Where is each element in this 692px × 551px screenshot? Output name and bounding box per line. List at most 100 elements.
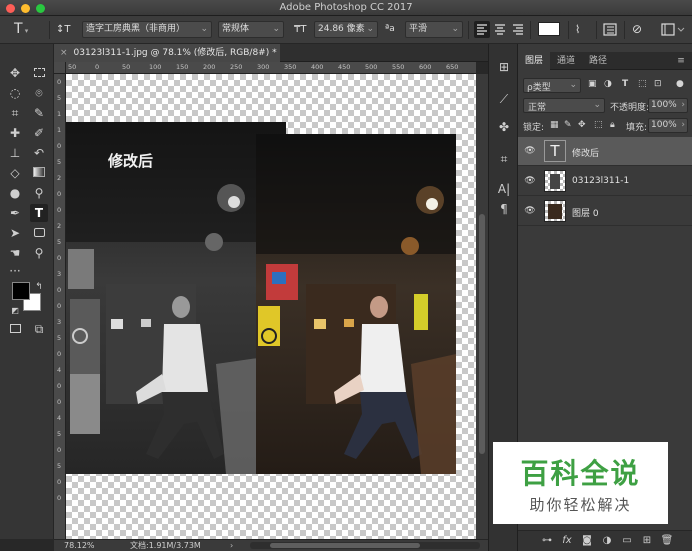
filter-kind-select[interactable]: ρ类型 ⌄ xyxy=(523,78,581,93)
adjustments-icon[interactable]: ⟋ xyxy=(495,90,513,108)
document-tab[interactable]: × 03123l311-1.jpg @ 78.1% (修改后, RGB/8#) * xyxy=(54,44,280,62)
document-tab-title: 03123l311-1.jpg @ 78.1% (修改后, RGB/8#) * xyxy=(73,48,277,58)
new-group-icon[interactable]: ▭ xyxy=(620,534,634,548)
visibility-eye-icon[interactable]: 👁︎ xyxy=(524,146,536,156)
vertical-ruler[interactable]: 0 5 1 1 0 5 2 0 0 2 5 0 3 0 0 3 5 0 4 0 0 4 5 0 5 0 0 xyxy=(54,74,66,539)
dodge-tool-icon[interactable]: ⚲ xyxy=(30,184,48,202)
blend-mode-select[interactable]: 正常 ⌄ xyxy=(523,98,605,113)
align-center-button[interactable] xyxy=(492,21,508,38)
zoom-level[interactable]: 78.12% xyxy=(64,540,95,551)
layer-row[interactable]: 👁︎ 03123l311-1 xyxy=(518,167,692,196)
chevron-right-icon: › xyxy=(681,100,685,110)
smart-object-filter-icon[interactable]: ⊡ xyxy=(654,79,662,89)
move-tool-icon[interactable]: ✥ xyxy=(6,64,24,82)
ruler-tick-label: 5 xyxy=(57,94,62,102)
layer-row[interactable]: 👁︎ T 修改后 xyxy=(518,137,692,166)
visibility-eye-icon[interactable]: 👁︎ xyxy=(524,206,536,216)
link-layers-icon[interactable]: ⊶ xyxy=(540,534,554,548)
close-tab-icon[interactable]: × xyxy=(60,48,68,58)
crop-tool-icon[interactable]: ⌗ xyxy=(6,104,24,122)
type-filter-icon[interactable]: T xyxy=(622,79,628,89)
layer-style-icon[interactable]: fx xyxy=(560,534,574,548)
text-color-swatch[interactable] xyxy=(538,22,560,36)
canvas-text-layer[interactable]: 修改后 xyxy=(108,150,153,171)
visibility-eye-icon[interactable]: 👁︎ xyxy=(524,176,536,186)
lock-all-icon[interactable]: 🔒︎ xyxy=(610,120,615,130)
font-size-value: 24.86 像素 xyxy=(318,24,365,34)
swatches-icon[interactable]: ⊞ xyxy=(495,58,513,76)
foreground-color-swatch[interactable] xyxy=(12,282,30,300)
vertical-scrollbar[interactable] xyxy=(476,74,488,539)
delete-layer-icon[interactable]: 🗑︎ xyxy=(660,534,674,548)
layer-name: 图层 0 xyxy=(572,209,599,219)
adjustment-filter-icon[interactable]: ◑ xyxy=(604,79,612,89)
quick-select-tool-icon[interactable]: ⌾ xyxy=(30,84,48,102)
commit-edit-button[interactable] xyxy=(660,21,686,38)
font-family-select[interactable]: 造字工房典黑（非商用） ⌄ xyxy=(82,21,212,38)
character-icon[interactable]: A| xyxy=(495,180,513,198)
gradient-tool-icon[interactable] xyxy=(30,164,48,182)
pen-tool-icon[interactable]: ✒ xyxy=(6,204,24,222)
lock-transparency-icon[interactable]: ▦ xyxy=(550,120,559,130)
lock-position-icon[interactable]: ✥ xyxy=(578,120,586,130)
opacity-field[interactable]: 100% › xyxy=(648,98,688,113)
edited-photo xyxy=(66,122,286,474)
quick-mask-icon[interactable] xyxy=(6,320,24,338)
ruler-tick-label: 0 xyxy=(57,142,62,150)
type-tool-icon[interactable]: T xyxy=(30,204,48,222)
horizontal-scrollbar[interactable] xyxy=(250,542,480,549)
pixel-filter-icon[interactable]: ▣ xyxy=(588,79,597,89)
paragraph-icon[interactable]: ¶ xyxy=(495,200,513,218)
clone-stamp-tool-icon[interactable]: ⊥ xyxy=(6,144,24,162)
antialias-select[interactable]: 平滑 ⌄ xyxy=(405,21,463,38)
lock-artboard-icon[interactable]: ⬚ xyxy=(594,120,603,130)
warp-text-button[interactable]: ⌇ xyxy=(575,21,591,38)
tab-channels[interactable]: 通道 xyxy=(550,52,582,70)
default-colors-icon[interactable]: ◩ xyxy=(6,302,24,320)
toggle-orientation-button[interactable]: ↕T xyxy=(56,21,74,38)
document-canvas[interactable]: 修改后 xyxy=(66,74,476,539)
panel-menu-icon[interactable]: ≡ xyxy=(672,52,690,70)
cancel-edit-button[interactable]: ⊘ xyxy=(632,21,646,38)
scrollbar-thumb[interactable] xyxy=(270,543,420,548)
shape-tool-icon[interactable] xyxy=(30,224,48,242)
history-brush-tool-icon[interactable]: ↶ xyxy=(30,144,48,162)
path-select-tool-icon[interactable]: ➤ xyxy=(6,224,24,242)
layer-filter-row: ρ类型 ⌄ ▣ ◑ T ⬚ ⊡ ● xyxy=(518,76,692,96)
eraser-tool-icon[interactable]: ◇ xyxy=(6,164,24,182)
font-style-select[interactable]: 常规体 ⌄ xyxy=(218,21,284,38)
status-menu-arrow-icon[interactable]: › xyxy=(230,540,233,551)
filter-toggle-icon[interactable]: ● xyxy=(676,79,684,89)
shape-filter-icon[interactable]: ⬚ xyxy=(638,79,647,89)
swap-colors-icon[interactable]: ↰ xyxy=(30,278,48,296)
zoom-tool-icon[interactable]: ⚲ xyxy=(30,244,48,262)
align-right-button[interactable] xyxy=(510,21,526,38)
fill-field[interactable]: 100% › xyxy=(648,118,688,133)
brush-tool-icon[interactable]: ✐ xyxy=(30,124,48,142)
new-layer-icon[interactable]: ⊞ xyxy=(640,534,654,548)
align-left-button[interactable] xyxy=(474,21,490,38)
horizontal-ruler[interactable]: 50 0 50 100 150 200 250 300 350 400 450 500 550 600 65… xyxy=(66,62,476,74)
add-mask-icon[interactable]: ◙ xyxy=(580,534,594,548)
screen-mode-icon[interactable]: ⧉ xyxy=(30,320,48,338)
tab-layers[interactable]: 图层 xyxy=(518,52,550,70)
ruler-tick-label: 2 xyxy=(57,174,62,182)
hand-tool-icon[interactable]: ☚ xyxy=(6,244,24,262)
marquee-tool-icon[interactable] xyxy=(30,64,48,82)
character-panel-button[interactable] xyxy=(602,21,618,38)
tab-paths[interactable]: 路径 xyxy=(582,52,614,70)
tool-preset-picker[interactable]: T ▾ xyxy=(14,21,44,38)
crop-panel-icon[interactable]: ⌗ xyxy=(495,150,513,168)
blur-tool-icon[interactable]: ● xyxy=(6,184,24,202)
eyedropper-tool-icon[interactable]: ✎ xyxy=(30,104,48,122)
adjustment-layer-icon[interactable]: ◑ xyxy=(600,534,614,548)
layer-row[interactable]: 👁︎ 图层 0 xyxy=(518,197,692,226)
healing-brush-tool-icon[interactable]: ✚ xyxy=(6,124,24,142)
scrollbar-thumb[interactable] xyxy=(479,214,485,454)
lock-pixels-icon[interactable]: ✎ xyxy=(564,120,572,130)
font-size-select[interactable]: 24.86 像素 ⌄ xyxy=(314,21,378,38)
more-tools-icon[interactable]: ··· xyxy=(6,262,24,280)
puzzle-icon[interactable]: ✤ xyxy=(495,118,513,136)
divider xyxy=(624,21,625,39)
lasso-tool-icon[interactable]: ◌ xyxy=(6,84,24,102)
